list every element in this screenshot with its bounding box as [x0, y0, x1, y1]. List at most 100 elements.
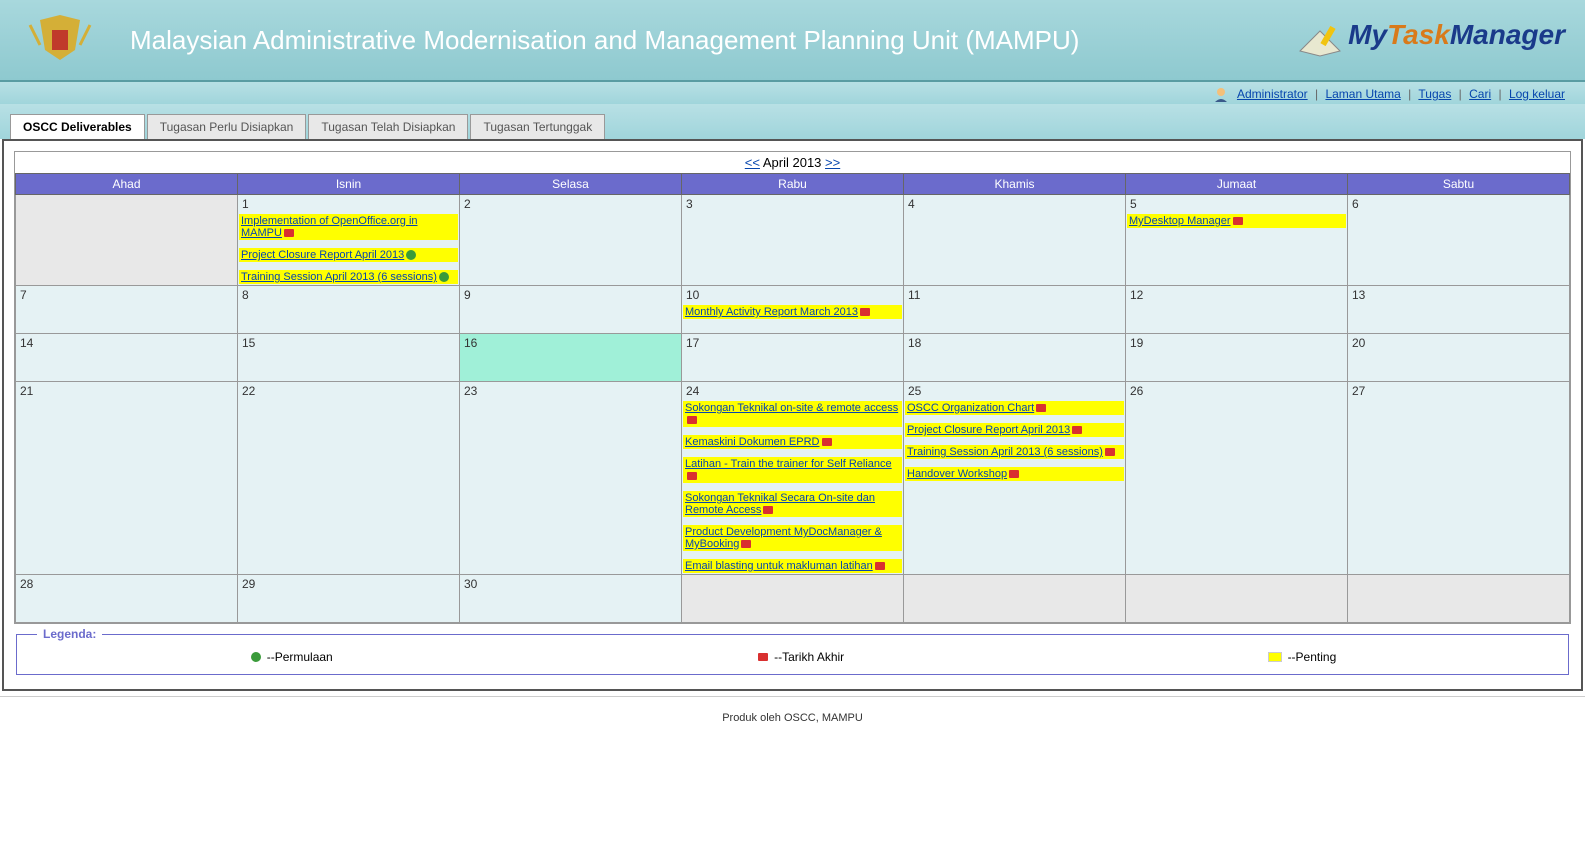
- calendar-cell[interactable]: 21: [16, 382, 238, 575]
- next-month-link[interactable]: >>: [825, 155, 840, 170]
- event-link[interactable]: OSCC Organization Chart: [907, 402, 1034, 414]
- important-swatch-icon: [1268, 652, 1282, 662]
- day-number: 5: [1126, 195, 1347, 213]
- event-link[interactable]: Training Session April 2013 (6 sessions): [907, 446, 1103, 458]
- tab-oscc-deliverables[interactable]: OSCC Deliverables: [10, 114, 145, 139]
- nav-search-link[interactable]: Cari: [1469, 87, 1491, 101]
- calendar-cell[interactable]: 5 MyDesktop Manager: [1126, 195, 1348, 286]
- calendar-event: Handover Workshop: [905, 467, 1124, 481]
- event-link[interactable]: Project Closure Report April 2013: [907, 424, 1070, 436]
- red-flag-icon: [860, 308, 870, 316]
- event-link[interactable]: Kemaskini Dokumen EPRD: [685, 436, 820, 448]
- tab-tugasan-tertunggak[interactable]: Tugasan Tertunggak: [470, 114, 605, 139]
- day-number: 25: [904, 382, 1125, 400]
- red-flag-icon: [741, 540, 751, 548]
- event-link[interactable]: MyDesktop Manager: [1129, 215, 1231, 227]
- tab-tugasan-telah[interactable]: Tugasan Telah Disiapkan: [308, 114, 468, 139]
- calendar-cell[interactable]: 13: [1348, 286, 1570, 334]
- nav-tasks-link[interactable]: Tugas: [1418, 87, 1451, 101]
- event-link[interactable]: Project Closure Report April 2013: [241, 249, 404, 261]
- day-number: 19: [1126, 334, 1347, 352]
- calendar-cell[interactable]: 18: [904, 334, 1126, 382]
- red-flag-icon: [822, 438, 832, 446]
- calendar-cell[interactable]: 10Monthly Activity Report March 2013: [682, 286, 904, 334]
- logo-my: My: [1348, 19, 1387, 50]
- calendar-cell[interactable]: 19: [1126, 334, 1348, 382]
- calendar-cell[interactable]: 11: [904, 286, 1126, 334]
- calendar-cell[interactable]: 25 OSCC Organization Chart Project Closure…: [904, 382, 1126, 575]
- day-number: 29: [238, 575, 459, 593]
- calendar-cell[interactable]: 7: [16, 286, 238, 334]
- calendar-cell[interactable]: [904, 575, 1126, 623]
- legend-end: --Tarikh Akhir: [756, 650, 844, 664]
- day-header: Isnin: [238, 174, 460, 195]
- event-link[interactable]: Training Session April 2013 (6 sessions): [241, 271, 437, 283]
- day-number: 22: [238, 382, 459, 400]
- event-link[interactable]: Latihan - Train the trainer for Self Rel…: [685, 458, 892, 470]
- red-flag-icon: [1233, 217, 1243, 225]
- day-number: 15: [238, 334, 459, 352]
- day-number: 17: [682, 334, 903, 352]
- calendar-event: Sokongan Teknikal Secara On-site dan Rem…: [683, 491, 902, 517]
- red-flag-icon: [763, 506, 773, 514]
- logo-mgr: Manager: [1450, 19, 1565, 50]
- calendar-cell[interactable]: 6: [1348, 195, 1570, 286]
- calendar-cell[interactable]: 17: [682, 334, 904, 382]
- prev-month-link[interactable]: <<: [745, 155, 760, 170]
- event-link[interactable]: Sokongan Teknikal on-site & remote acces…: [685, 402, 898, 414]
- day-number: 4: [904, 195, 1125, 213]
- legend-start: --Permulaan: [249, 650, 333, 664]
- calendar-cell[interactable]: 1Implementation of OpenOffice.org in MAM…: [238, 195, 460, 286]
- red-flag-icon: [875, 562, 885, 570]
- calendar-cell[interactable]: [16, 195, 238, 286]
- legend-important: --Penting: [1268, 650, 1337, 664]
- end-flag-icon: [758, 653, 768, 661]
- red-flag-icon: [687, 472, 697, 480]
- calendar-cell[interactable]: 12: [1126, 286, 1348, 334]
- event-link[interactable]: Monthly Activity Report March 2013: [685, 306, 858, 318]
- calendar-event: Training Session April 2013 (6 sessions): [239, 270, 458, 284]
- calendar-cell[interactable]: 14: [16, 334, 238, 382]
- start-flag-icon: [251, 652, 261, 662]
- calendar-cell[interactable]: 29: [238, 575, 460, 623]
- calendar-cell[interactable]: 30: [460, 575, 682, 623]
- nav-home-link[interactable]: Laman Utama: [1325, 87, 1400, 101]
- calendar-event: Project Closure Report April 2013: [239, 248, 458, 262]
- calendar-cell[interactable]: 4: [904, 195, 1126, 286]
- event-link[interactable]: Product Development MyDocManager & MyBoo…: [685, 526, 882, 550]
- calendar-cell[interactable]: 24Sokongan Teknikal on-site & remote acc…: [682, 382, 904, 575]
- day-number: 8: [238, 286, 459, 304]
- calendar-cell[interactable]: 22: [238, 382, 460, 575]
- day-number: 18: [904, 334, 1125, 352]
- event-link[interactable]: Handover Workshop: [907, 468, 1007, 480]
- calendar-cell[interactable]: [682, 575, 904, 623]
- calendar-cell[interactable]: 2: [460, 195, 682, 286]
- app-logo: MyTaskManager: [1295, 19, 1565, 61]
- tabs: OSCC Deliverables Tugasan Perlu Disiapka…: [10, 114, 1575, 139]
- calendar-cell[interactable]: [1348, 575, 1570, 623]
- day-number: 2: [460, 195, 681, 213]
- green-flag-icon: [439, 272, 449, 282]
- day-number: 27: [1348, 382, 1569, 400]
- calendar-event: Implementation of OpenOffice.org in MAMP…: [239, 214, 458, 240]
- calendar-cell[interactable]: 27: [1348, 382, 1570, 575]
- calendar-cell[interactable]: 15: [238, 334, 460, 382]
- calendar-cell[interactable]: 23: [460, 382, 682, 575]
- day-number: 6: [1348, 195, 1569, 213]
- event-link[interactable]: Email blasting untuk makluman latihan: [685, 560, 873, 572]
- event-link[interactable]: Implementation of OpenOffice.org in MAMP…: [241, 215, 418, 239]
- calendar-cell[interactable]: 28: [16, 575, 238, 623]
- calendar-cell[interactable]: 9: [460, 286, 682, 334]
- nav-logout-link[interactable]: Log keluar: [1509, 87, 1565, 101]
- calendar-nav: << April 2013 >>: [15, 152, 1570, 173]
- calendar-event: Training Session April 2013 (6 sessions): [905, 445, 1124, 459]
- calendar-cell[interactable]: 20: [1348, 334, 1570, 382]
- calendar-cell[interactable]: 26: [1126, 382, 1348, 575]
- calendar-cell[interactable]: [1126, 575, 1348, 623]
- calendar-cell[interactable]: 16: [460, 334, 682, 382]
- tab-tugasan-perlu[interactable]: Tugasan Perlu Disiapkan: [147, 114, 307, 139]
- event-link[interactable]: Sokongan Teknikal Secara On-site dan Rem…: [685, 492, 875, 516]
- calendar-cell[interactable]: 8: [238, 286, 460, 334]
- nav-admin-link[interactable]: Administrator: [1237, 87, 1308, 101]
- calendar-cell[interactable]: 3: [682, 195, 904, 286]
